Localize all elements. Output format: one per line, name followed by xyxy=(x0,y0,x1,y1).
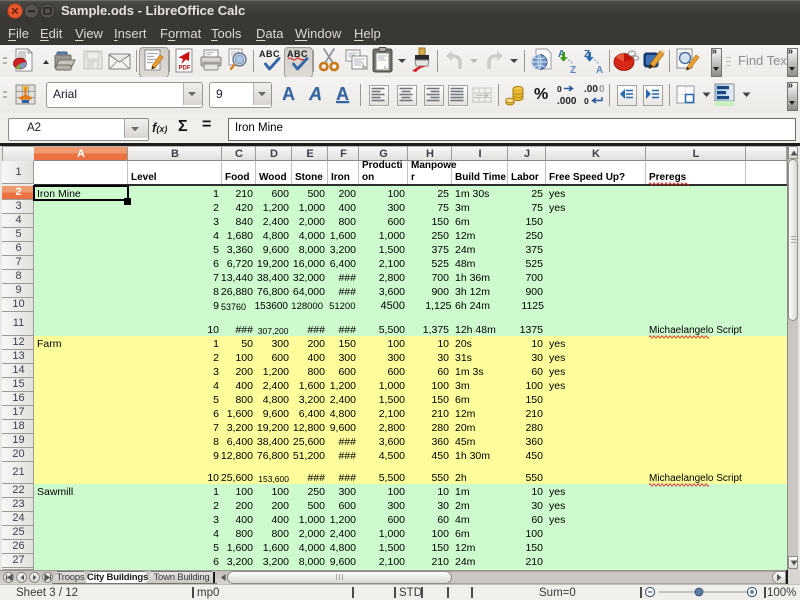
svg-text:.00: .00 xyxy=(584,84,598,95)
svg-text:0: 0 xyxy=(557,84,562,94)
svg-text:Z: Z xyxy=(570,65,576,74)
svg-text:0: 0 xyxy=(584,96,589,106)
svg-text:.000: .000 xyxy=(557,96,577,107)
svg-text:ABC: ABC xyxy=(259,49,280,59)
svg-text:A: A xyxy=(596,65,603,74)
svg-text:PDF: PDF xyxy=(179,66,191,72)
svg-text:0: 0 xyxy=(599,84,605,95)
